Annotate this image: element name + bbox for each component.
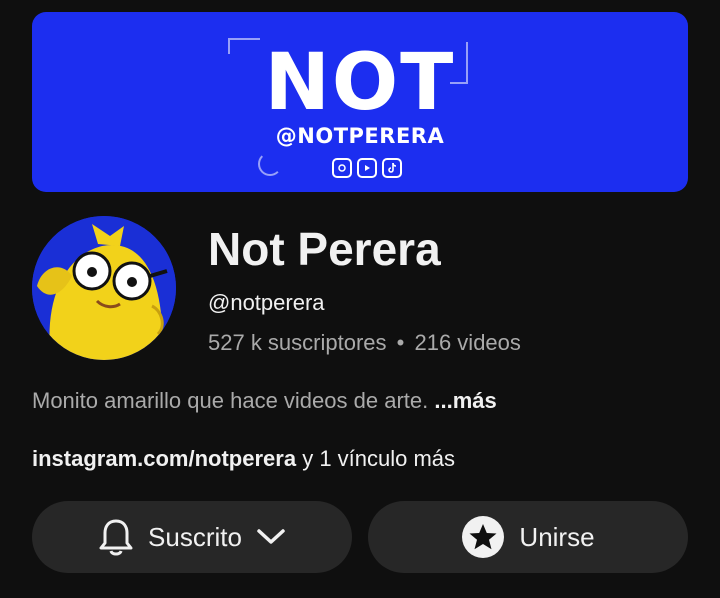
description-text: Monito amarillo que hace videos de arte.: [32, 388, 429, 413]
channel-avatar[interactable]: [32, 216, 176, 360]
channel-stats: 527 k suscriptores • 216 videos: [208, 330, 521, 356]
channel-links[interactable]: instagram.com/notperera y 1 vínculo más: [32, 446, 455, 472]
more-links-label: y 1 vínculo más: [302, 446, 456, 471]
banner-handle: @NOTPERERA: [275, 124, 445, 148]
subscriber-count: 527 k suscriptores: [208, 330, 387, 355]
instagram-icon: [332, 158, 352, 178]
more-link[interactable]: ...más: [434, 388, 496, 413]
banner-title: NOT: [264, 38, 456, 128]
bell-icon: [98, 517, 134, 557]
instagram-link[interactable]: instagram.com/notperera: [32, 446, 296, 471]
tiktok-icon: [382, 158, 402, 178]
channel-description[interactable]: Monito amarillo que hace videos de arte.…: [32, 388, 497, 414]
star-badge-icon: [461, 515, 505, 559]
banner-arrow-decoration: [258, 152, 282, 176]
subscribed-button[interactable]: Suscrito: [32, 501, 352, 573]
stats-separator: •: [396, 330, 405, 355]
join-button[interactable]: Unirse: [368, 501, 688, 573]
youtube-icon: [357, 158, 377, 178]
subscribed-label: Suscrito: [148, 521, 242, 552]
channel-banner: NOT @NOTPERERA: [32, 12, 688, 192]
channel-handle: @notperera: [208, 290, 325, 315]
channel-name: Not Perera: [208, 223, 441, 275]
chevron-down-icon: [256, 527, 286, 547]
banner-social-icons: [332, 158, 402, 178]
join-label: Unirse: [519, 521, 595, 552]
video-count: 216 videos: [414, 330, 521, 355]
